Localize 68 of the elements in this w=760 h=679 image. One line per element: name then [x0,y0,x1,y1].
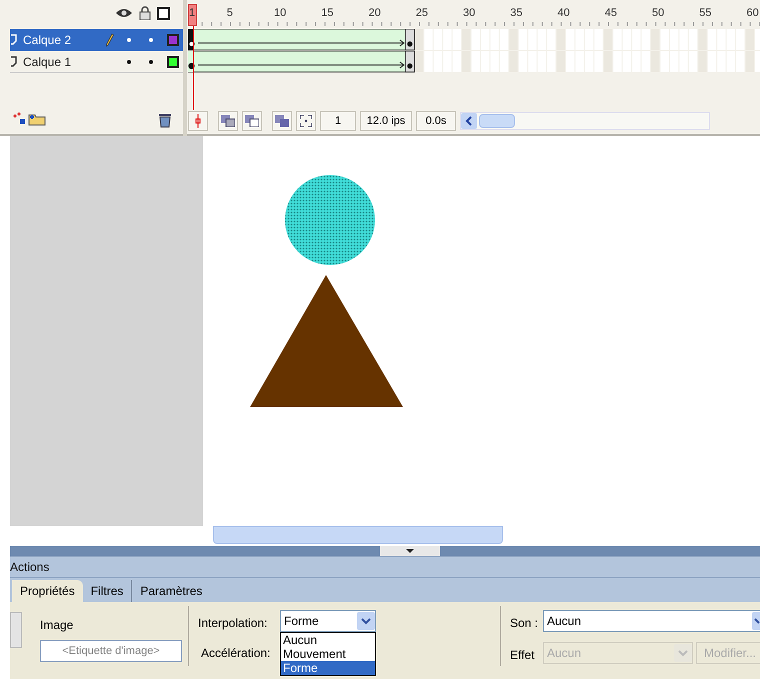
scroll-thumb[interactable] [479,114,515,128]
frame-number: 1 [189,6,196,20]
field-label: Interpolation: [198,615,268,632]
layer-row[interactable]: Calque 2 [10,29,183,51]
dropdown-option[interactable]: Mouvement [281,647,375,661]
actions-panel-header[interactable]: Actions [10,556,760,578]
trash-icon[interactable] [158,112,172,128]
dropdown-option[interactable]: Forme [281,661,375,675]
outline-color-swatch[interactable] [167,56,179,68]
current-frame: 1 [320,111,356,131]
interpolation-dropdown[interactable]: Forme [280,610,376,632]
playhead-icon [195,114,201,128]
visibility-dot-icon[interactable] [127,60,131,64]
collapse-arrow-icon[interactable] [406,549,414,553]
frame-title: Image [40,617,74,634]
frame-number: 20 [368,6,381,20]
visibility-dot-icon[interactable] [127,38,131,42]
frame-number: 5 [226,6,233,20]
dropdown-option[interactable]: Aucun [281,633,375,647]
lock-dot-icon[interactable] [149,38,153,42]
frame-number: 60 [746,6,759,20]
dropdown-value: Aucun [547,645,582,662]
layer-icon [11,56,17,68]
frame-number: 25 [416,6,428,20]
panel-tab[interactable]: Filtres [82,580,132,602]
eye-icon[interactable] [115,7,133,19]
frame-number: 30 [463,6,476,20]
playhead[interactable] [188,4,197,26]
layer-name: Calque 2 [23,32,72,49]
scroll-left-icon[interactable] [461,113,477,129]
layer-name: Calque 1 [23,54,72,70]
dropdown-arrow-icon[interactable] [752,612,760,630]
frame-track[interactable] [188,51,760,73]
sound-dropdown[interactable]: Aucun [543,610,760,632]
field-label: Effet [510,647,534,664]
stage-scroll-thumb[interactable] [213,526,503,544]
frame-number: 40 [558,6,570,20]
frame-number: 15 [321,6,334,20]
timeline-scrollbar[interactable] [460,112,710,130]
outline-color-swatch[interactable] [167,34,179,46]
frame-number: 35 [510,6,523,20]
elapsed-time: 0.0s [416,111,456,131]
frame-label-field[interactable]: <Etiquette d'image> [40,640,182,662]
frame-number: 10 [274,6,286,20]
center-frame-button[interactable] [188,111,208,131]
onion-markers-button[interactable] [296,111,316,131]
field-label: Accélération: [201,645,270,662]
frame-number: 55 [699,6,712,20]
lock-icon[interactable] [139,6,151,20]
edit-multiple-frames-button[interactable] [272,111,292,131]
frame-number: 45 [604,6,618,20]
panel-tab[interactable]: Propriétés [12,580,83,602]
field-label: Son : [510,615,538,632]
frame-number: 50 [652,6,664,20]
add-guide-layer-icon[interactable] [12,112,26,126]
frame-track[interactable] [188,29,760,51]
outline-icon[interactable] [157,6,170,20]
onion-skin-button[interactable] [218,111,238,131]
onion-outline-button[interactable] [242,111,262,131]
lock-dot-icon[interactable] [149,60,153,64]
layer-icon [11,34,17,46]
pencil-icon [106,33,114,47]
folder-icon[interactable] [28,112,46,126]
dropdown-value: Aucun [547,613,582,630]
frame-rate: 12.0 ips [360,111,412,131]
dropdown-value: Forme [284,613,320,630]
collapse-handle[interactable] [380,546,440,556]
panel-title: Actions [10,559,50,576]
